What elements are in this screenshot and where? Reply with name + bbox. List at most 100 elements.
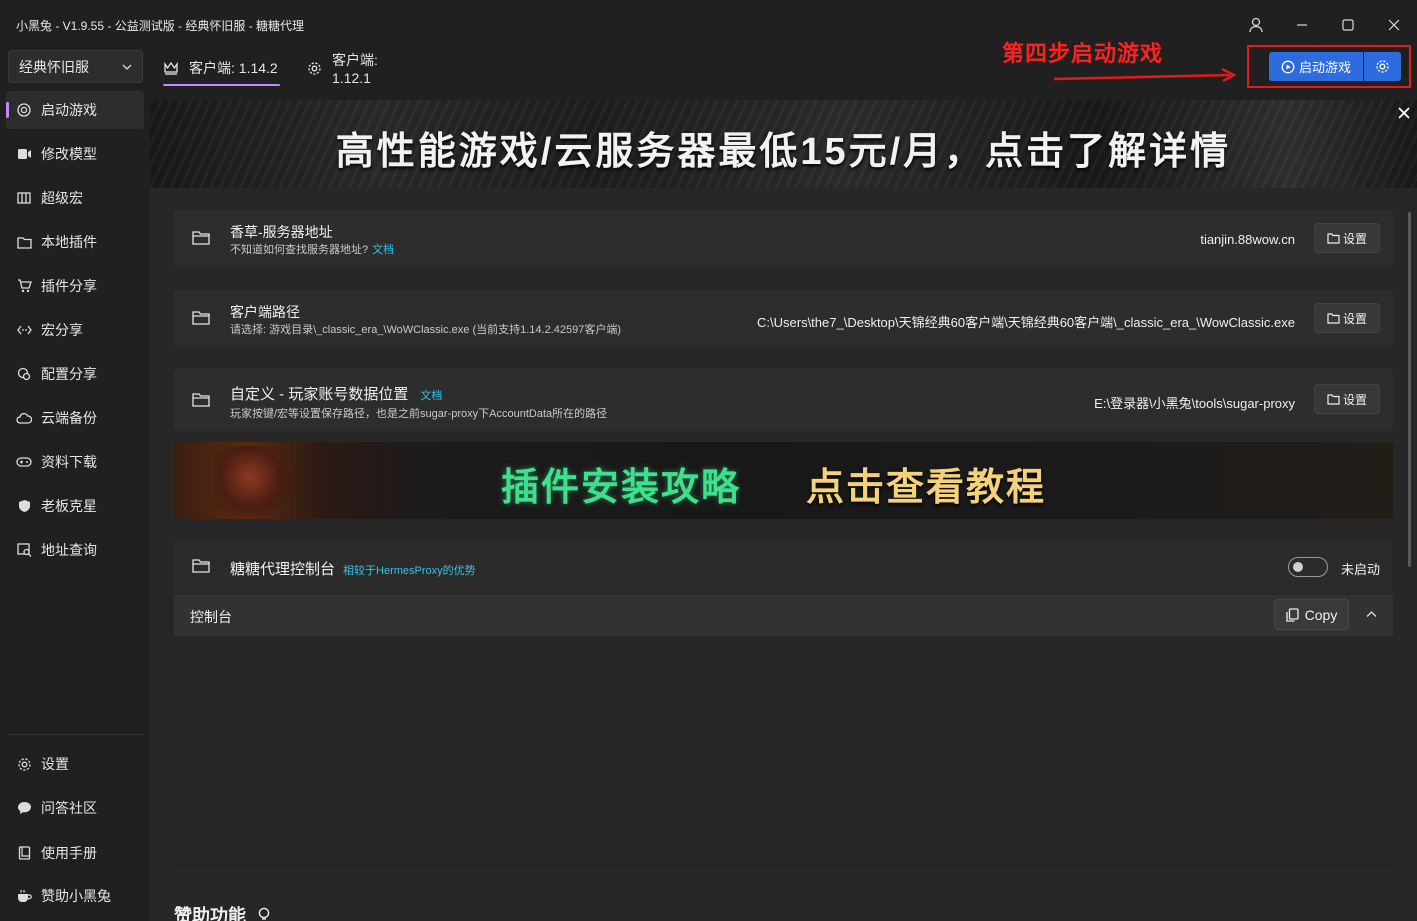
- game-select[interactable]: 经典怀旧服: [8, 50, 143, 83]
- account-data-card: 自定义 - 玩家账号数据位置 文档 玩家按键/宏等设置保存路径，也是之前sugar…: [174, 368, 1393, 431]
- minimize-icon[interactable]: [1287, 10, 1317, 40]
- annotation-arrow-icon: [1053, 67, 1237, 83]
- sidebar-item-model[interactable]: 修改模型: [6, 135, 144, 173]
- account-doc-link[interactable]: 文档: [420, 390, 442, 402]
- sidebar-item-manual[interactable]: 使用手册: [6, 834, 144, 872]
- account-data-settings-label: 设置: [1342, 392, 1367, 407]
- chat-icon: [16, 800, 32, 816]
- account-data-settings-button[interactable]: 设置: [1314, 384, 1380, 414]
- gamepad-icon: [16, 454, 32, 470]
- account-data-title: 自定义 - 玩家账号数据位置: [230, 386, 409, 403]
- sidebar-item-supermacro[interactable]: 超级宏: [6, 179, 144, 217]
- ad-banner-text: 高性能游戏/云服务器最低15元/月，点击了解详情: [335, 131, 1232, 173]
- sidebar-item-addon-share[interactable]: 插件分享: [6, 267, 144, 305]
- account-data-value: E:\登录器\小黑兔\tools\sugar-proxy: [1094, 396, 1295, 411]
- console-bar: 控制台 Copy: [174, 595, 1393, 636]
- tab-client-1142[interactable]: 客户端: 1.14.2: [163, 50, 280, 86]
- ad-banner[interactable]: 高性能游戏/云服务器最低15元/月，点击了解详情: [150, 100, 1417, 188]
- sidebar-item-cloud-backup[interactable]: 云端备份: [6, 399, 144, 437]
- copy-button[interactable]: Copy: [1274, 599, 1349, 630]
- client-path-subtitle: 请选择: 游戏目录\_classic_era_\WoWClassic.exe (…: [230, 324, 622, 336]
- sidebar-item-local-addons[interactable]: 本地插件: [6, 223, 144, 261]
- sidebar-item-boss-key[interactable]: 老板克星: [6, 487, 144, 525]
- console-output[interactable]: [174, 636, 1393, 868]
- server-address-card: 香草-服务器地址 不知道如何查找服务器地址? 文档 tianjin.88wow.c…: [174, 210, 1393, 267]
- folder-icon: [192, 310, 210, 325]
- sidebar-item-label: 云端备份: [41, 410, 97, 426]
- character-art: [214, 446, 304, 516]
- scrollbar[interactable]: [1408, 212, 1411, 567]
- client-path-settings-button[interactable]: 设置: [1314, 303, 1380, 333]
- client-path-card: 客户端路径 请选择: 游戏目录\_classic_era_\WoWClassic…: [174, 290, 1393, 347]
- launch-settings-button[interactable]: [1364, 52, 1401, 81]
- banner-close-icon[interactable]: [1395, 104, 1413, 122]
- code-icon: [16, 322, 32, 338]
- proxy-status: 未启动: [1340, 562, 1380, 577]
- annotation-text: 第四步启动游戏: [1002, 41, 1164, 66]
- sponsor-features-title: 赞助功能: [174, 906, 246, 921]
- server-doc-link[interactable]: 文档: [372, 244, 394, 256]
- server-settings-button[interactable]: 设置: [1314, 223, 1380, 253]
- sidebar-item-config-share[interactable]: 配置分享: [6, 355, 144, 393]
- folder-icon: [1327, 393, 1340, 405]
- sidebar-item-label: 问答社区: [41, 800, 97, 816]
- folder-icon: [192, 392, 210, 407]
- user-icon[interactable]: [1241, 10, 1271, 40]
- cloud-icon: [16, 410, 32, 426]
- close-icon[interactable]: [1379, 10, 1409, 40]
- config-icon: [16, 366, 32, 382]
- sidebar-item-downloads[interactable]: 资料下载: [6, 443, 144, 481]
- sidebar-item-donate[interactable]: 赞助小黑兔: [6, 877, 144, 915]
- addon-tutorial-title: 插件安装攻略: [501, 467, 742, 509]
- sidebar-divider: [8, 734, 143, 735]
- server-subtitle: 不知道如何查找服务器地址?: [230, 244, 369, 256]
- tab-label: 客户端: 1.12.1: [332, 52, 378, 86]
- folder-icon: [1327, 232, 1340, 244]
- copy-icon: [1286, 607, 1299, 622]
- sidebar: 经典怀旧服 启动游戏 修改模型 超级宏 本地插件 插件分享 宏分享 配置分享 云…: [0, 50, 150, 921]
- sidebar-item-label: 宏分享: [41, 322, 83, 338]
- sidebar-item-settings[interactable]: 设置: [6, 745, 144, 783]
- sidebar-item-label: 设置: [41, 756, 69, 772]
- title-bar: 小黑兔 - V1.9.55 - 公益测试版 - 经典怀旧服 - 糖糖代理: [0, 0, 1417, 50]
- window-title: 小黑兔 - V1.9.55 - 公益测试版 - 经典怀旧服 - 糖糖代理: [16, 19, 305, 33]
- sidebar-item-label: 修改模型: [41, 146, 97, 162]
- shield-icon: [16, 498, 32, 514]
- maximize-icon[interactable]: [1333, 10, 1363, 40]
- play-circle-icon: [1281, 60, 1295, 74]
- proxy-advantage-link[interactable]: 相较于HermesProxy的优势: [343, 565, 476, 577]
- proxy-title: 糖糖代理控制台: [230, 561, 336, 578]
- folder-icon: [1327, 312, 1340, 324]
- sidebar-item-label: 资料下载: [41, 454, 97, 470]
- sidebar-item-address-query[interactable]: 地址查询: [6, 531, 144, 569]
- chevron-up-icon[interactable]: [1366, 609, 1377, 620]
- server-settings-label: 设置: [1342, 231, 1367, 246]
- proxy-console-card: 糖糖代理控制台 相较于HermesProxy的优势 未启动 控制台 Copy: [174, 540, 1393, 868]
- copy-label: Copy: [1304, 606, 1338, 623]
- addon-tutorial-banner[interactable]: 插件安装攻略 点击查看教程: [174, 442, 1393, 519]
- sidebar-item-community[interactable]: 问答社区: [6, 789, 144, 827]
- launch-game-button[interactable]: 启动游戏: [1269, 52, 1363, 81]
- game-select-value: 经典怀旧服: [19, 58, 89, 75]
- sidebar-item-label: 赞助小黑兔: [41, 888, 111, 904]
- sidebar-item-launch[interactable]: 启动游戏: [6, 91, 144, 129]
- sidebar-item-macro-share[interactable]: 宏分享: [6, 311, 144, 349]
- proxy-header: 糖糖代理控制台 相较于HermesProxy的优势 未启动: [174, 540, 1393, 595]
- proxy-toggle[interactable]: [1288, 557, 1328, 577]
- addon-tutorial-cta: 点击查看教程: [806, 467, 1047, 509]
- tab-client-1121[interactable]: 客户端: 1.12.1: [307, 50, 419, 86]
- client-path-title: 客户端路径: [230, 304, 300, 320]
- folder-icon: [192, 230, 210, 245]
- folder-icon: [16, 234, 32, 250]
- bulb-icon: [257, 907, 271, 921]
- search-window-icon: [16, 542, 32, 558]
- sidebar-item-label: 本地插件: [41, 234, 97, 250]
- gear-icon: [307, 61, 322, 76]
- sidebar-item-label: 地址查询: [41, 542, 97, 558]
- target-icon: [16, 102, 32, 118]
- server-address-value: tianjin.88wow.cn: [1200, 232, 1295, 247]
- cart-icon: [16, 278, 32, 294]
- chevron-down-icon: [122, 59, 132, 75]
- sidebar-item-label: 启动游戏: [41, 102, 97, 118]
- server-title: 香草-服务器地址: [230, 224, 333, 240]
